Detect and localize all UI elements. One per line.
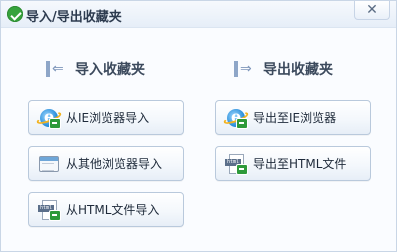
import-section-label: 导入收藏夹 [75, 62, 145, 78]
ie-icon [222, 107, 250, 129]
export-to-html-label: 导出至HTML文件 [253, 157, 347, 171]
dialog-title: 导入/导出收藏夹 [26, 10, 122, 25]
export-section-label: 导出收藏夹 [263, 62, 333, 78]
ie-icon [35, 107, 63, 129]
import-from-other-browser-label: 从其他浏览器导入 [66, 157, 163, 171]
import-from-html-label: 从HTML文件导入 [66, 203, 160, 217]
export-to-ie-button[interactable]: 导出至IE浏览器 [215, 100, 371, 135]
import-export-favorites-dialog: 导入/导出收藏夹 ✕ ⇐ 导入收藏夹 ⇒ 导出收藏夹 从IE浏览器导入 从其他浏… [0, 0, 397, 252]
import-from-ie-button[interactable]: 从IE浏览器导入 [28, 100, 184, 135]
import-from-other-browser-button[interactable]: 从其他浏览器导入 [28, 146, 184, 181]
browser-window-icon [38, 153, 60, 175]
close-icon: ✕ [366, 2, 378, 18]
app-check-icon [7, 6, 23, 22]
import-from-ie-label: 从IE浏览器导入 [66, 111, 150, 125]
export-to-html-button[interactable]: html 导出至HTML文件 [215, 146, 371, 181]
export-arrow-icon: ⇒ [233, 59, 253, 79]
export-to-ie-label: 导出至IE浏览器 [253, 111, 337, 125]
import-from-html-button[interactable]: html 从HTML文件导入 [28, 192, 184, 227]
title-bar: 导入/导出收藏夹 ✕ [1, 1, 396, 28]
close-button[interactable]: ✕ [354, 1, 390, 20]
import-section-header: ⇐ 导入收藏夹 [45, 58, 145, 80]
import-arrow-icon: ⇐ [45, 59, 65, 79]
html-file-icon: html [38, 199, 61, 221]
html-file-icon: html [225, 153, 248, 175]
export-section-header: ⇒ 导出收藏夹 [233, 58, 333, 80]
